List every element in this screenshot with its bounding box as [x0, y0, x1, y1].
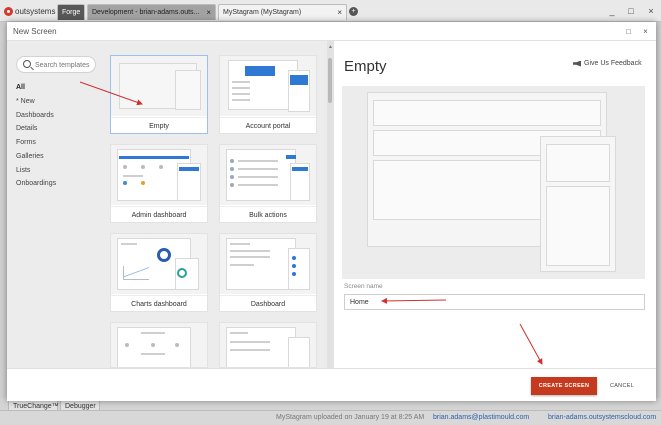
feedback-label: Give Us Feedback — [584, 60, 642, 67]
template-label: Charts dashboard — [111, 295, 207, 311]
truechange-label: TrueChange™ — [13, 403, 59, 410]
tab-development[interactable]: Development - brian-adams.outs... × — [87, 4, 216, 20]
template-card-empty[interactable]: Empty — [110, 55, 208, 134]
scroll-up-icon[interactable]: ▲ — [328, 44, 333, 50]
template-card-dashboard[interactable]: Dashboard — [219, 233, 317, 312]
outsystems-logo-icon — [4, 6, 13, 16]
category-galleries[interactable]: Galleries — [16, 153, 44, 160]
give-feedback-link[interactable]: Give Us Feedback — [573, 60, 642, 67]
category-dashboards[interactable]: Dashboards — [16, 112, 54, 119]
create-screen-button[interactable]: CREATE SCREEN — [531, 377, 597, 395]
category-lists[interactable]: Lists — [16, 167, 30, 174]
template-thumbnail — [220, 56, 316, 116]
template-thumbnail — [111, 234, 207, 294]
minimize-icon[interactable]: _ — [606, 5, 618, 17]
template-card-account-portal[interactable]: Account portal — [219, 55, 317, 134]
close-icon[interactable]: × — [206, 5, 211, 20]
tab-development-label: Development - brian-adams.outs... — [92, 9, 200, 16]
template-card-bulk-actions[interactable]: Bulk actions — [219, 144, 317, 223]
search-box[interactable] — [16, 56, 96, 73]
tab-forge[interactable]: Forge — [57, 4, 85, 20]
template-label: Account portal — [220, 117, 316, 133]
category-forms[interactable]: Forms — [16, 139, 36, 146]
template-card-7[interactable] — [110, 322, 208, 368]
template-thumbnail — [220, 323, 316, 367]
dialog-title: New Screen — [13, 27, 57, 36]
status-user[interactable]: brian.adams@plastimould.com — [433, 411, 529, 425]
add-tab-button[interactable]: + — [349, 7, 358, 16]
close-icon[interactable]: × — [337, 5, 342, 20]
template-thumbnail — [220, 234, 316, 294]
screen-name-input[interactable] — [344, 294, 645, 310]
tab-mystagram[interactable]: MyStagram (MyStagram) × — [218, 4, 347, 20]
template-thumbnail — [111, 323, 207, 367]
outsystems-logo: outsystems — [4, 5, 55, 17]
new-screen-dialog: New Screen □ × All * New Dashboards Deta… — [7, 22, 656, 401]
maximize-icon[interactable]: □ — [625, 5, 637, 17]
search-icon — [23, 60, 31, 68]
template-thumbnail — [111, 145, 207, 205]
template-card-admin-dashboard[interactable]: Admin dashboard — [110, 144, 208, 223]
template-card-charts-dashboard[interactable]: Charts dashboard — [110, 233, 208, 312]
template-label: Dashboard — [220, 295, 316, 311]
tab-forge-label: Forge — [62, 9, 81, 16]
screen-name-label: Screen name — [344, 283, 383, 290]
status-server[interactable]: brian-adams.outsystemscloud.com — [548, 411, 656, 425]
scrollbar-thumb[interactable] — [328, 58, 332, 103]
category-details[interactable]: Details — [16, 125, 37, 132]
close-icon[interactable]: × — [645, 5, 657, 17]
template-preview — [342, 86, 645, 279]
template-thumbnail — [220, 145, 316, 205]
template-card-8[interactable] — [219, 322, 317, 368]
close-icon[interactable]: × — [640, 26, 651, 37]
template-label: Empty — [111, 117, 207, 133]
preview-title: Empty — [344, 58, 387, 75]
category-new[interactable]: * New — [16, 98, 35, 105]
template-label: Bulk actions — [220, 206, 316, 222]
upload-status: MyStagram uploaded on January 19 at 8:25… — [276, 414, 425, 421]
template-thumbnail — [111, 56, 207, 116]
dialog-title-bar — [7, 22, 656, 41]
search-input[interactable] — [35, 59, 93, 71]
megaphone-icon — [573, 60, 581, 67]
logo-text: outsystems — [15, 6, 56, 16]
category-onboardings[interactable]: Onboardings — [16, 180, 56, 187]
debugger-label: Debugger — [65, 403, 96, 410]
status-bar: MyStagram uploaded on January 19 at 8:25… — [0, 410, 661, 425]
tab-mystagram-label: MyStagram (MyStagram) — [223, 9, 302, 16]
cancel-button[interactable]: CANCEL — [604, 377, 640, 395]
maximize-icon[interactable]: □ — [623, 26, 634, 37]
template-label: Admin dashboard — [111, 206, 207, 222]
category-all[interactable]: All — [16, 84, 25, 91]
